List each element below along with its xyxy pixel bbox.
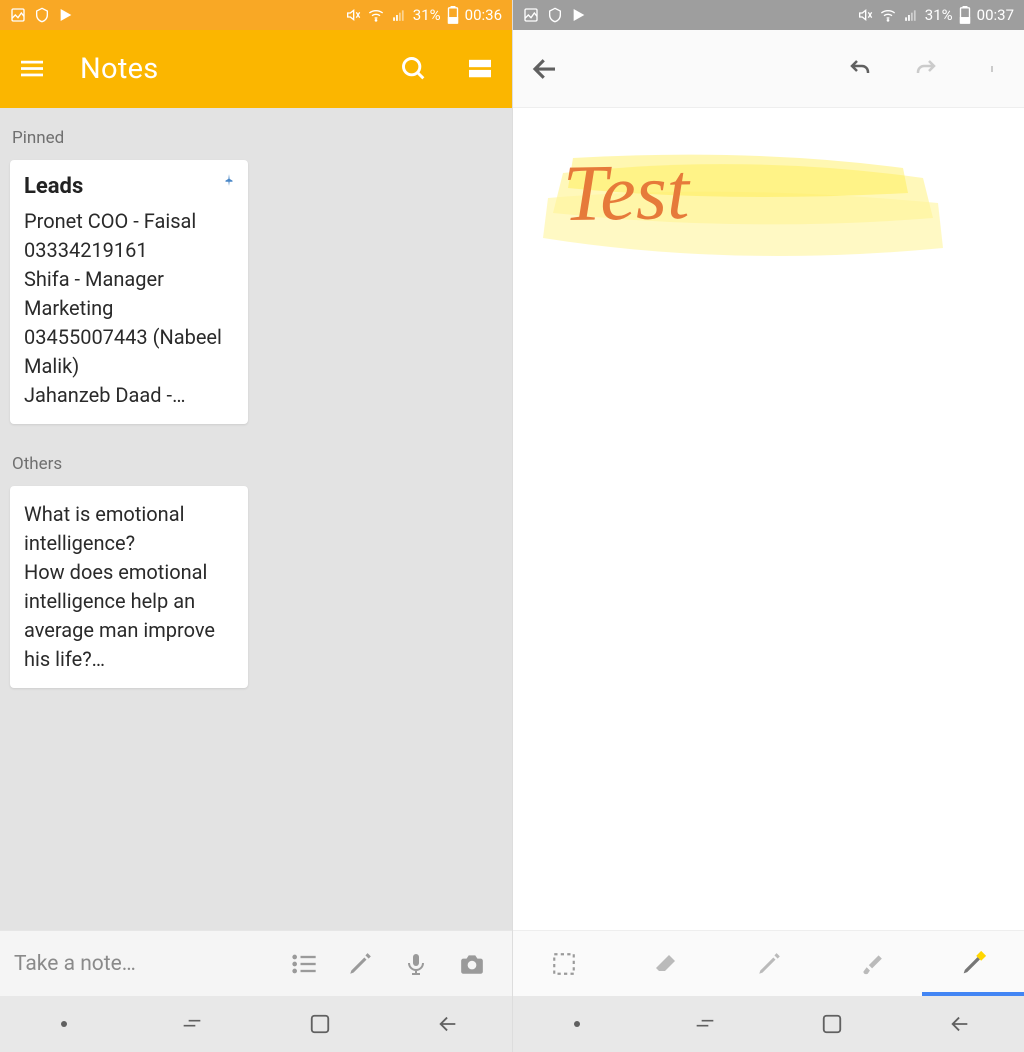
note-body: What is emotional intelligence? How does… <box>24 500 234 674</box>
signal-icon <box>391 8 407 22</box>
back-arrow-icon[interactable] <box>527 51 563 87</box>
left-screenshot: 31% 00:36 Notes Pinned Leads Pronet COO … <box>0 0 512 1052</box>
wifi-icon <box>879 7 897 23</box>
eraser-tool[interactable] <box>615 931 717 996</box>
nav-home[interactable] <box>802 1004 862 1044</box>
nav-recents[interactable] <box>675 1004 735 1044</box>
other-note-card[interactable]: What is emotional intelligence? How does… <box>10 486 248 688</box>
drawing-canvas[interactable]: Test <box>513 108 1024 930</box>
battery-percent: 31% <box>925 6 953 24</box>
note-title: Leads <box>24 174 234 199</box>
image-icon <box>10 7 26 23</box>
mute-icon <box>857 7 873 23</box>
brush-tool[interactable] <box>820 931 922 996</box>
nav-dot[interactable] <box>547 1004 607 1044</box>
mute-icon <box>345 7 361 23</box>
right-screenshot: 31% 00:37 Test <box>512 0 1024 1052</box>
mic-icon[interactable] <box>390 946 442 982</box>
status-bar: 31% 00:36 <box>0 0 512 30</box>
take-note-input[interactable]: Take a note… <box>14 952 274 976</box>
redo-icon <box>908 51 944 87</box>
search-icon[interactable] <box>396 51 432 87</box>
camera-icon[interactable] <box>446 946 498 982</box>
nav-dot[interactable] <box>34 1004 94 1044</box>
play-icon <box>58 7 74 23</box>
shield-icon <box>547 7 563 23</box>
drawing-toolbar <box>513 930 1024 996</box>
hamburger-icon[interactable] <box>14 51 50 87</box>
nav-back[interactable] <box>418 1004 478 1044</box>
more-icon[interactable] <box>974 51 1010 87</box>
status-bar: 31% 00:37 <box>513 0 1024 30</box>
pinned-section-label: Pinned <box>12 128 500 148</box>
appbar: Notes <box>0 30 512 108</box>
others-section-label: Others <box>12 454 500 474</box>
pinned-note-card[interactable]: Leads Pronet COO - Faisal 03334219161 Sh… <box>10 160 248 424</box>
nav-recents[interactable] <box>162 1004 222 1044</box>
pen-tool[interactable] <box>717 931 819 996</box>
battery-percent: 31% <box>413 6 441 24</box>
handwritten-text: Test <box>562 147 690 240</box>
nav-home[interactable] <box>290 1004 350 1044</box>
note-body: Pronet COO - Faisal 03334219161 Shifa - … <box>24 207 234 410</box>
clock-text: 00:36 <box>465 6 502 24</box>
highlighter-tool[interactable] <box>922 931 1024 996</box>
signal-icon <box>903 8 919 22</box>
nav-bar <box>513 996 1024 1052</box>
select-tool[interactable] <box>513 931 615 996</box>
nav-bar <box>0 996 512 1052</box>
pen-icon[interactable] <box>334 946 386 982</box>
shield-icon <box>34 7 50 23</box>
bottom-input-bar: Take a note… <box>0 930 512 996</box>
pin-icon <box>222 170 236 190</box>
wifi-icon <box>367 7 385 23</box>
undo-icon[interactable] <box>842 51 878 87</box>
page-title: Notes <box>80 52 366 86</box>
view-toggle-icon[interactable] <box>462 51 498 87</box>
image-icon <box>523 7 539 23</box>
notes-content: Pinned Leads Pronet COO - Faisal 0333421… <box>0 108 512 930</box>
clock-text: 00:37 <box>977 6 1014 24</box>
drawing-appbar <box>513 30 1024 108</box>
play-icon <box>571 7 587 23</box>
list-icon[interactable] <box>278 946 330 982</box>
battery-icon <box>959 6 971 24</box>
battery-icon <box>447 6 459 24</box>
nav-back[interactable] <box>930 1004 990 1044</box>
